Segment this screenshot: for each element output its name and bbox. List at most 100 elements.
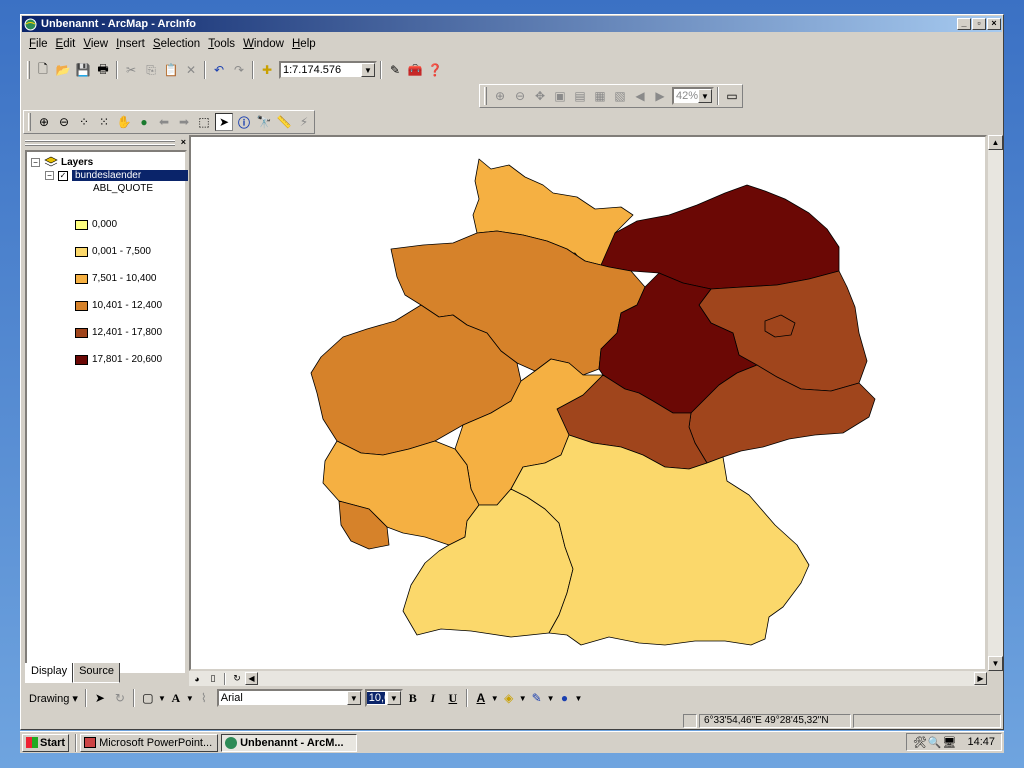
taskbar-item-powerpoint[interactable]: Microsoft PowerPoint... (80, 733, 219, 752)
chevron-down-icon[interactable]: ▼ (158, 694, 166, 703)
toolbar-grip[interactable] (28, 113, 31, 131)
save-icon[interactable]: 💾 (74, 61, 92, 79)
menu-help[interactable]: Help (288, 36, 320, 52)
chevron-down-icon[interactable]: ▼ (386, 691, 401, 705)
scroll-up-icon[interactable]: ▲ (988, 135, 1003, 150)
add-data-icon[interactable]: ✚ (258, 61, 276, 79)
chevron-down-icon[interactable]: ▼ (575, 694, 583, 703)
font-size-combo[interactable]: 10,0 ▼ (364, 689, 403, 707)
toc-title-bar[interactable]: × (25, 137, 187, 149)
chevron-down-icon[interactable]: ▼ (519, 694, 527, 703)
full-extent-globe-icon[interactable]: ● (135, 113, 153, 131)
legend-swatch[interactable] (75, 300, 88, 311)
legend-swatch[interactable] (75, 354, 88, 365)
zoom-in-icon[interactable]: ⊕ (35, 113, 53, 131)
line-color-icon[interactable]: ✎ (528, 689, 546, 707)
menu-edit[interactable]: Edit (52, 36, 80, 52)
delete-icon[interactable]: ✕ (182, 61, 200, 79)
copy-icon[interactable]: ⎘ (142, 61, 160, 79)
legend-swatch[interactable] (75, 327, 88, 338)
chevron-down-icon[interactable]: ▼ (346, 691, 361, 705)
tab-display[interactable]: Display (25, 663, 74, 683)
title-bar[interactable]: Unbenannt - ArcMap - ArcInfo _ ▫ × (22, 16, 1002, 32)
select-features-icon[interactable]: ⬚ (195, 113, 213, 131)
open-folder-icon[interactable]: 📂 (54, 61, 72, 79)
chevron-down-icon[interactable]: ▼ (698, 89, 712, 103)
scroll-left-icon[interactable]: ◀ (245, 672, 258, 685)
back-extent-arrow-icon[interactable]: ⬅ (155, 113, 173, 131)
arctoolbox-icon[interactable]: 🧰 (406, 61, 424, 79)
collapse-icon[interactable]: − (31, 158, 40, 167)
drawing-menu-button[interactable]: Drawing ▾ (25, 692, 82, 705)
identify-icon[interactable]: ⓘ (235, 113, 253, 131)
zoom-out-page-icon[interactable]: ⊖ (511, 87, 529, 105)
pan-page-icon[interactable]: ✥ (531, 87, 549, 105)
select-elements-arrow-icon[interactable]: ➤ (215, 113, 233, 131)
legend-swatch[interactable] (75, 246, 88, 257)
underline-icon[interactable]: U (444, 689, 462, 707)
scroll-down-icon[interactable]: ▼ (988, 656, 1003, 671)
layer-row-bundeslaender[interactable]: − ✓ bundeslaender (31, 169, 188, 182)
print-icon[interactable]: 🖶 (94, 61, 112, 79)
tray-icons[interactable]: 🛠🔍🖥 (913, 736, 958, 749)
close-icon[interactable]: × (181, 137, 186, 147)
close-button[interactable]: × (987, 18, 1001, 30)
map-scale-combo[interactable]: 1:7.174.576 ▼ (279, 61, 377, 79)
cut-icon[interactable]: ✂ (122, 61, 140, 79)
menu-insert[interactable]: Insert (112, 36, 149, 52)
menu-tools[interactable]: Tools (204, 36, 239, 52)
collapse-icon[interactable]: − (45, 171, 54, 180)
measure-icon[interactable]: 📏 (275, 113, 293, 131)
menu-view[interactable]: View (79, 36, 112, 52)
fixed-zoom-out-icon[interactable]: ⁙ (95, 113, 113, 131)
menu-selection[interactable]: Selection (149, 36, 204, 52)
legend-item[interactable]: 0,001 - 7,500 (75, 246, 151, 257)
chevron-down-icon[interactable]: ▼ (186, 694, 194, 703)
select-arrow-icon[interactable]: ➤ (91, 689, 109, 707)
legend-item[interactable]: 17,801 - 20,600 (75, 354, 162, 365)
toggle-draft-mode-icon[interactable]: ▭ (723, 87, 741, 105)
restore-button[interactable]: ▫ (972, 18, 986, 30)
font-color-icon[interactable]: A (472, 689, 490, 707)
data-view-icon[interactable]: ◕ (190, 672, 204, 685)
go-back-extent-page-icon[interactable]: ◀ (631, 87, 649, 105)
chevron-down-icon[interactable]: ▼ (547, 694, 555, 703)
rotate-icon[interactable]: ↻ (111, 689, 129, 707)
legend-item[interactable]: 12,401 - 17,800 (75, 327, 162, 338)
toolbar-grip[interactable] (27, 61, 30, 79)
redo-icon[interactable]: ↷ (230, 61, 248, 79)
layers-root-row[interactable]: − Layers (31, 156, 188, 169)
rectangle-icon[interactable]: ▢ (139, 689, 157, 707)
pan-hand-icon[interactable]: ✋ (115, 113, 133, 131)
fixed-zoom-out-page-icon[interactable]: ▧ (611, 87, 629, 105)
undo-icon[interactable]: ↶ (210, 61, 228, 79)
font-name-combo[interactable]: Arial ▼ (216, 689, 363, 707)
paste-icon[interactable]: 📋 (162, 61, 180, 79)
legend-swatch[interactable] (75, 219, 88, 230)
fill-color-icon[interactable]: ◈ (500, 689, 518, 707)
refresh-icon[interactable]: ↻ (230, 672, 244, 685)
legend-swatch[interactable] (75, 273, 88, 284)
legend-item[interactable]: 0,000 (75, 219, 117, 230)
hyperlink-lightning-icon[interactable]: ⚡ (295, 113, 313, 131)
zoom-whole-page-icon[interactable]: ▣ (551, 87, 569, 105)
zoom-100-icon[interactable]: ▤ (571, 87, 589, 105)
text-tool-icon[interactable]: A (167, 689, 185, 707)
zoom-out-icon[interactable]: ⊖ (55, 113, 73, 131)
forward-extent-arrow-icon[interactable]: ➡ (175, 113, 193, 131)
layout-view-icon[interactable]: ▯ (206, 672, 220, 685)
layer-visibility-checkbox[interactable]: ✓ (58, 170, 68, 181)
clock[interactable]: 14:47 (967, 736, 995, 748)
legend-item[interactable]: 10,401 - 12,400 (75, 300, 162, 311)
minimize-button[interactable]: _ (957, 18, 971, 30)
edit-vertices-icon[interactable]: ⌇ (195, 689, 213, 707)
fixed-zoom-in-page-icon[interactable]: ▦ (591, 87, 609, 105)
menu-window[interactable]: Window (239, 36, 288, 52)
toolbar-grip[interactable] (484, 87, 487, 105)
go-forward-extent-page-icon[interactable]: ▶ (651, 87, 669, 105)
editor-toolbar-icon[interactable]: ✎ (386, 61, 404, 79)
start-button[interactable]: Start (22, 733, 70, 752)
map-vertical-scrollbar[interactable]: ▲ ▼ (988, 135, 1003, 671)
italic-icon[interactable]: I (424, 689, 442, 707)
marker-color-icon[interactable]: ● (556, 689, 574, 707)
